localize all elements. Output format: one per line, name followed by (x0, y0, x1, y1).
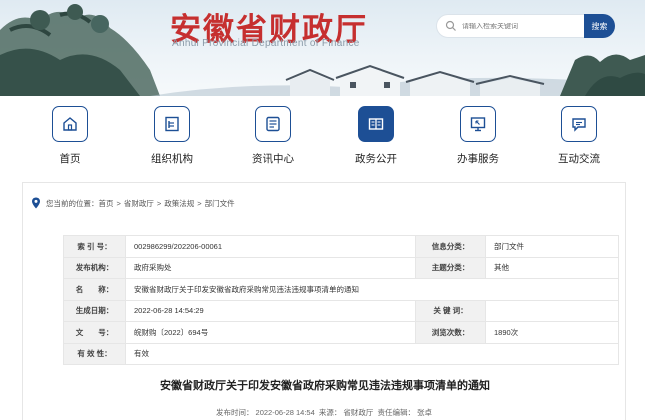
table-row: 文 号： 皖财购〔2022〕694号 浏览次数： 1890次 (63, 321, 619, 344)
nav-item-services[interactable]: 办事服务 (445, 106, 511, 166)
article-title: 安徽省财政厅关于印发安徽省政府采购常见违法违规事项清单的通知 (160, 380, 490, 392)
views-label: 浏览次数： (415, 321, 486, 344)
nav-label: 资讯中心 (252, 153, 294, 165)
breadcrumb-prefix: 您当前的位置： (46, 198, 99, 208)
issuer-value: 政府采购处 (125, 256, 416, 279)
monitor-icon (460, 106, 496, 142)
name-value: 安徽省财政厅关于印发安徽省政府采购常见违法违规事项清单的通知 (125, 278, 619, 301)
breadcrumb-policies[interactable]: 政策法规 (164, 198, 194, 209)
docno-label: 文 号： (63, 321, 126, 344)
chat-icon (561, 106, 597, 142)
nav-label: 首页 (59, 153, 81, 165)
name-label: 名 称： (63, 278, 126, 301)
breadcrumb-dept-docs[interactable]: 部门文件 (205, 198, 235, 209)
nav-item-interaction[interactable]: 互动交流 (546, 106, 612, 166)
publish-label: 发布时间： (216, 408, 254, 417)
breadcrumb-separator: > (116, 198, 121, 208)
nav-item-gov-affairs[interactable]: 政务公开 (343, 106, 409, 166)
editor-label: 责任编辑： (377, 408, 415, 417)
validity-label: 有 效 性： (63, 342, 126, 365)
table-row: 发布机构： 政府采购处 主题分类： 其他 (63, 256, 619, 279)
breadcrumb-separator: > (197, 198, 202, 208)
document-info-table: 索 引 号： 002986299/202206-00061 信息分类： 部门文件… (63, 235, 619, 365)
table-row: 有 效 性： 有效 (63, 342, 619, 365)
site-header: 安徽省财政厅 Anhui Provincial Department of Fi… (0, 0, 645, 96)
category-label: 信息分类： (415, 235, 486, 258)
source-value: 省财政厅 (343, 408, 374, 417)
org-icon (154, 106, 190, 142)
article-meta: 发布时间： 2022-06-28 14:54 来源： 省财政厅 责任编辑： 张卓 (23, 407, 627, 418)
breadcrumb-separator: > (156, 198, 162, 208)
source-label: 来源： (318, 408, 342, 417)
main-nav: 首页 组织机构 资讯中心 政务公开 办事服务 互动交流 (0, 106, 645, 168)
location-pin-icon (32, 197, 40, 209)
index-label: 索 引 号： (63, 235, 126, 258)
breadcrumb-finance-dept[interactable]: 省财政厅 (124, 198, 154, 209)
docno-value: 皖财购〔2022〕694号 (125, 321, 416, 344)
table-row: 索 引 号： 002986299/202206-00061 信息分类： 部门文件 (63, 235, 619, 258)
editor-value: 张卓 (416, 408, 432, 417)
keyword-label: 关 键 词： (415, 299, 486, 322)
views-value: 1890次 (485, 321, 619, 344)
book-icon (358, 106, 394, 142)
publish-value: 2022-06-28 14:54 (255, 408, 315, 417)
date-value: 2022-06-28 14:54:29 (125, 299, 416, 322)
nav-label: 办事服务 (457, 153, 499, 165)
nav-label: 互动交流 (558, 153, 600, 165)
search-icon (445, 20, 456, 31)
nav-item-organization[interactable]: 组织机构 (139, 106, 205, 166)
nav-label: 政务公开 (355, 153, 397, 165)
search-button[interactable]: 搜索 (584, 14, 615, 38)
keyword-value (485, 299, 619, 322)
topic-value: 其他 (485, 256, 619, 279)
issuer-label: 发布机构： (63, 256, 126, 279)
table-row: 名 称： 安徽省财政厅关于印发安徽省政府采购常见违法违规事项清单的通知 (63, 278, 619, 301)
site-subtitle: Anhui Provincial Department of Finance (172, 38, 360, 49)
topic-label: 主题分类： (415, 256, 486, 279)
category-value: 部门文件 (485, 235, 619, 258)
breadcrumb: 您当前的位置： 首页 > 省财政厅 > 政策法规 > 部门文件 (31, 197, 235, 209)
article-panel: 您当前的位置： 首页 > 省财政厅 > 政策法规 > 部门文件 索 引 号： 0… (22, 182, 626, 420)
table-row: 生成日期： 2022-06-28 14:54:29 关 键 词： (63, 299, 619, 322)
nav-label: 组织机构 (151, 153, 193, 165)
news-icon (255, 106, 291, 142)
nav-item-home[interactable]: 首页 (37, 106, 103, 166)
home-icon (52, 106, 88, 142)
date-label: 生成日期： (63, 299, 126, 322)
index-value: 002986299/202206-00061 (125, 235, 416, 258)
search-field[interactable] (436, 14, 586, 38)
validity-value: 有效 (125, 342, 619, 365)
breadcrumb-home[interactable]: 首页 (99, 198, 114, 209)
nav-item-news[interactable]: 资讯中心 (240, 106, 306, 166)
search-input[interactable] (462, 22, 582, 30)
